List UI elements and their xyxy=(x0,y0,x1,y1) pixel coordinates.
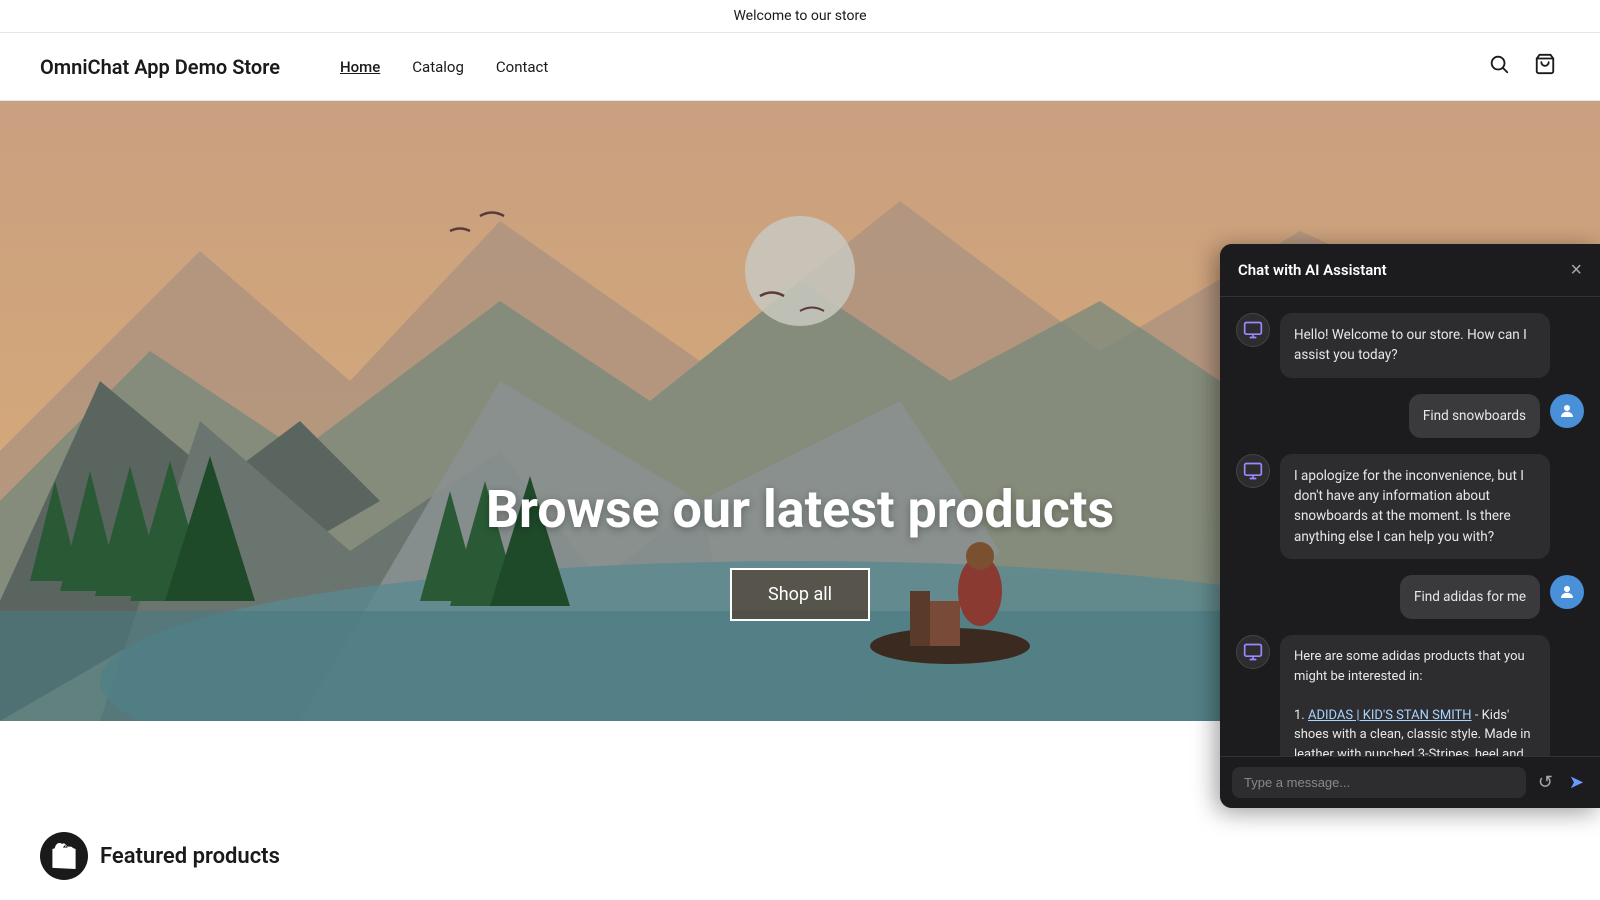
nav-link-home[interactable]: Home xyxy=(340,58,380,76)
shop-all-button[interactable]: Shop all xyxy=(730,568,870,621)
chat-message-2: Find snowboards xyxy=(1236,394,1584,438)
announcement-bar: Welcome to our store xyxy=(0,0,1600,33)
chat-bubble-1: Hello! Welcome to our store. How can I a… xyxy=(1280,313,1550,378)
cart-icon xyxy=(1534,58,1556,80)
chat-refresh-button[interactable]: ↺ xyxy=(1534,768,1557,797)
chat-message-5: Here are some adidas products that you m… xyxy=(1236,635,1584,756)
brand-logo[interactable]: OmniChat App Demo Store xyxy=(40,55,280,79)
chat-bubble-5: Here are some adidas products that you m… xyxy=(1280,635,1550,756)
nav-link-contact[interactable]: Contact xyxy=(496,58,548,76)
search-icon xyxy=(1488,58,1510,80)
product-link-stan-smith[interactable]: ADIDAS | KID'S STAN SMITH xyxy=(1308,708,1472,723)
featured-products-title: Featured products xyxy=(100,844,280,869)
refresh-icon: ↺ xyxy=(1538,772,1553,792)
chat-message-3: I apologize for the inconvenience, but I… xyxy=(1236,454,1584,559)
announcement-text: Welcome to our store xyxy=(733,8,866,24)
chat-widget: Chat with AI Assistant × Hello! Welcome … xyxy=(1220,244,1600,808)
nav-links: Home Catalog Contact xyxy=(340,58,1484,76)
chat-send-button[interactable]: ➤ xyxy=(1565,768,1588,797)
chat-input[interactable] xyxy=(1232,767,1526,798)
chat-message-1: Hello! Welcome to our store. How can I a… xyxy=(1236,313,1584,378)
chat-title: Chat with AI Assistant xyxy=(1238,261,1387,279)
user-avatar-1 xyxy=(1550,394,1584,428)
nav-link-catalog[interactable]: Catalog xyxy=(412,58,464,76)
chat-bubble-3: I apologize for the inconvenience, but I… xyxy=(1280,454,1550,559)
bot-avatar-2 xyxy=(1236,454,1270,488)
chat-message-4: Find adidas for me xyxy=(1236,575,1584,619)
chat-bubble-2: Find snowboards xyxy=(1409,394,1540,438)
send-icon: ➤ xyxy=(1569,772,1584,792)
bottom-bar: Featured products xyxy=(0,812,320,900)
search-button[interactable] xyxy=(1484,49,1514,85)
chat-close-button[interactable]: × xyxy=(1570,260,1582,280)
chat-messages[interactable]: Hello! Welcome to our store. How can I a… xyxy=(1220,297,1600,756)
bot-avatar-3 xyxy=(1236,635,1270,669)
chat-bubble-4: Find adidas for me xyxy=(1400,575,1540,619)
user-avatar-2 xyxy=(1550,575,1584,609)
bot-avatar-1 xyxy=(1236,313,1270,347)
cart-button[interactable] xyxy=(1530,49,1560,85)
chat-header: Chat with AI Assistant × xyxy=(1220,244,1600,297)
chat-input-row: ↺ ➤ xyxy=(1220,756,1600,808)
navbar: OmniChat App Demo Store Home Catalog Con… xyxy=(0,33,1600,101)
navbar-icons xyxy=(1484,49,1560,85)
shopify-badge xyxy=(40,832,88,880)
